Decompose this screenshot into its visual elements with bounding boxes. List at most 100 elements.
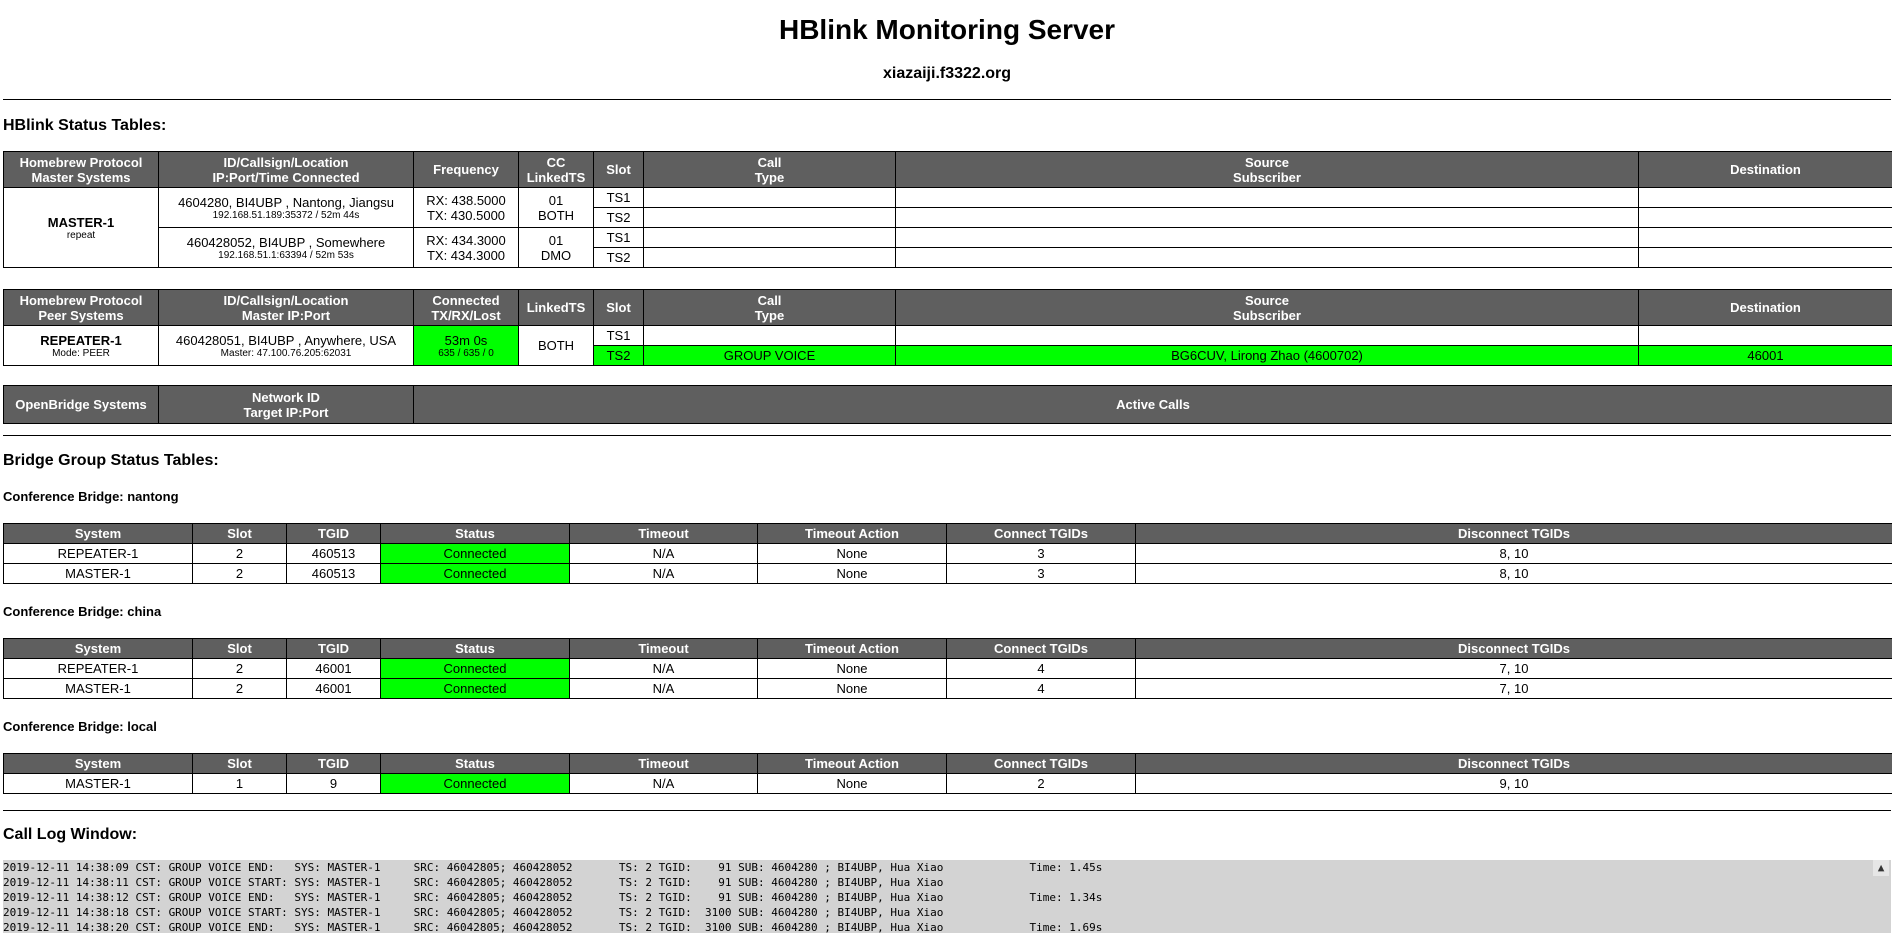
call-type-cell [643,227,896,248]
divider [3,810,1891,811]
bridge-table-china: System Slot TGID Status Timeout Timeout Actio… [3,638,1892,699]
frequency-cell: RX: 438.5000 TX: 430.5000 [413,187,519,228]
col-header-timeout: Timeout [569,638,758,659]
timeout-action-cell: None [757,543,947,564]
slot-cell: 2 [192,678,287,699]
destination-cell: 46001 [1638,345,1892,366]
connect-tgids-cell: 4 [946,658,1136,679]
col-header-source: Source Subscriber [895,289,1639,326]
status-cell: Connected [380,678,570,699]
server-hostname: xiazaiji.f3322.org [882,65,1012,82]
timeout-cell: N/A [569,773,758,794]
col-header-disconnect-tgids: Disconnect TGIDs [1135,753,1892,774]
source-cell: BG6CUV, Lirong Zhao (4600702) [895,345,1639,366]
log-line: 2019-12-11 14:38:18 CST: GROUP VOICE STA… [3,906,944,919]
peer-ip: 192.168.51.1:63394 / 52m 53s [218,249,354,261]
peer-id: 460428051, BI4UBP , Anywhere, USA [175,332,397,348]
tx-frequency: TX: 434.3000 [426,247,506,263]
source-cell [895,187,1639,208]
timeout-action-cell: None [757,678,947,699]
col-header-slot: Slot [192,753,287,774]
col-header-tgid: TGID [286,638,381,659]
peer-id-cell: 460428052, BI4UBP , Somewhere 192.168.51… [158,227,414,268]
col-header-destination: Destination [1638,289,1892,326]
col-header-openbridge: OpenBridge Systems [3,385,159,424]
call-type-cell [643,207,896,228]
disconnect-tgids-cell: 8, 10 [1135,543,1892,564]
log-line: 2019-12-11 14:38:12 CST: GROUP VOICE END… [3,891,1103,904]
source-cell [895,207,1639,228]
system-cell: REPEATER-1 [3,543,193,564]
slot-cell: TS2 [593,207,644,228]
col-header-destination: Destination [1638,151,1892,188]
system-cell: MASTER-1 [3,678,193,699]
bridge-title-china: Conference Bridge: china [3,604,162,619]
col-header-source: Source Subscriber [895,151,1639,188]
bridge-section-title: Bridge Group Status Tables: [3,452,219,469]
linked-ts: BOTH [537,207,575,223]
connect-tgids-cell: 2 [946,773,1136,794]
timeout-action-cell: None [757,658,947,679]
call-type-cell [643,247,896,268]
col-header-cc: CC LinkedTS [518,151,594,188]
slot-cell: TS1 [593,227,644,248]
status-section-title: HBlink Status Tables: [3,117,167,134]
connected-time: 53m 0s [444,332,488,348]
cc-cell: 01 BOTH [518,187,594,228]
col-header-call-type: Call Type [643,151,896,188]
slot-cell: 2 [192,658,287,679]
col-header-system: Homebrew Protocol Peer Systems [3,289,159,326]
tgid-cell: 46001 [286,678,381,699]
bridge-table-nantong: System Slot TGID Status Timeout Timeout Actio… [3,523,1892,584]
connection-status-cell: 53m 0s 635 / 635 / 0 [413,325,519,366]
scroll-up-arrow-icon[interactable]: ▲ [1873,860,1889,876]
system-mode: repeat [66,229,96,241]
timeout-cell: N/A [569,543,758,564]
col-header-timeout-action: Timeout Action [757,753,947,774]
col-header-system: System [3,523,193,544]
destination-cell [1638,227,1892,248]
source-cell [895,247,1639,268]
log-section-title: Call Log Window: [3,826,138,843]
col-header-status: Status [380,638,570,659]
linked-ts-cell: BOTH [518,325,594,366]
bridge-title-local: Conference Bridge: local [3,719,157,734]
connect-tgids-cell: 4 [946,678,1136,699]
col-header-id: ID/Callsign/Location IP:Port/Time Connect… [158,151,414,188]
peer-id-cell: 460428051, BI4UBP , Anywhere, USA Master… [158,325,414,366]
col-header-tgid: TGID [286,523,381,544]
col-header-timeout: Timeout [569,523,758,544]
col-header-system: System [3,753,193,774]
log-line: 2019-12-11 14:38:20 CST: GROUP VOICE END… [3,921,1103,933]
col-header-tgid: TGID [286,753,381,774]
timeout-action-cell: None [757,563,947,584]
master-systems-table: Homebrew Protocol Master Systems ID/Calls… [3,151,1892,268]
color-code: 01 [548,192,564,208]
peer-ip: 192.168.51.189:35372 / 52m 44s [212,209,360,221]
timeout-action-cell: None [757,773,947,794]
bridge-table-local: System Slot TGID Status Timeout Timeout Actio… [3,753,1892,794]
tx-rx-lost: 635 / 635 / 0 [438,347,494,359]
call-type-cell [643,187,896,208]
status-cell: Connected [380,563,570,584]
tgid-cell: 9 [286,773,381,794]
tgid-cell: 460513 [286,563,381,584]
timeout-cell: N/A [569,563,758,584]
peer-system-cell: REPEATER-1 Mode: PEER [3,325,159,366]
source-cell [895,325,1639,346]
log-line: 2019-12-11 14:38:11 CST: GROUP VOICE STA… [3,876,944,889]
table-row: MASTER-1 2 46001 Connected N/A None 4 7, 10 [3,678,1892,699]
col-header-slot: Slot [192,638,287,659]
color-code: 01 [548,232,564,248]
divider [3,435,1891,436]
slot-cell: 2 [192,563,287,584]
peer-id: 460428052, BI4UBP , Somewhere [186,234,386,250]
slot-cell: TS1 [593,325,644,346]
destination-cell [1638,325,1892,346]
rx-frequency: RX: 438.5000 [426,192,506,208]
system-name: REPEATER-1 [40,332,122,348]
peer-systems-table: Homebrew Protocol Peer Systems ID/Callsig… [3,289,1892,366]
col-header-connected: Connected TX/RX/Lost [413,289,519,326]
status-cell: Connected [380,773,570,794]
call-log-window[interactable]: 2019-12-11 14:38:09 CST: GROUP VOICE END… [3,860,1891,933]
